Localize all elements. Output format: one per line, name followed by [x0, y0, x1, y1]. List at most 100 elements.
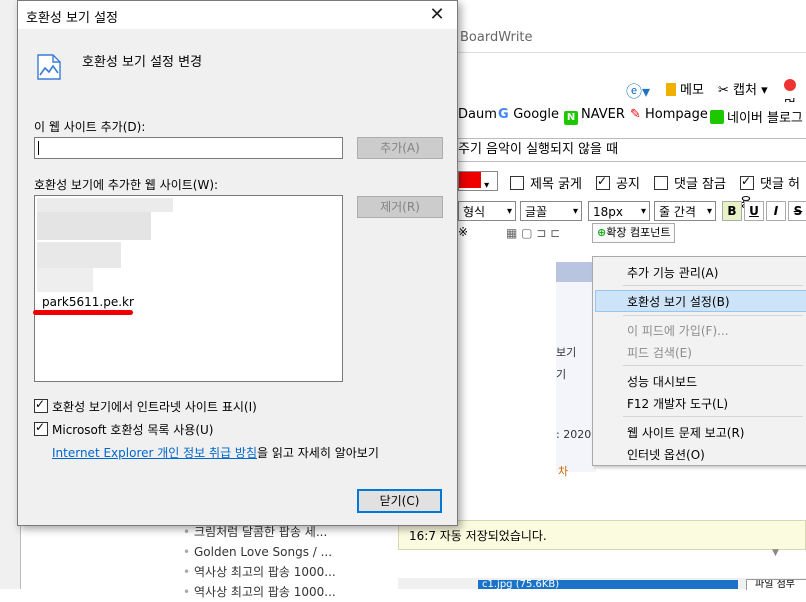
capture-button[interactable]: ✂ 캡처 ▾	[718, 79, 768, 98]
table-icon[interactable]: ▦ ▢ ⊐ ⊏	[506, 226, 560, 240]
menu-item-feed-discovery[interactable]: 피드 검색(E)	[627, 344, 692, 361]
scissors-icon: ✂	[718, 83, 734, 98]
site-entry[interactable]: park5611.pe.kr	[42, 295, 134, 309]
status-text: 16:7 자동 저장되었습니다.	[409, 529, 547, 543]
close-icon[interactable]: ✕	[425, 3, 449, 27]
italic-button[interactable]: I	[766, 201, 786, 221]
favorites-bar: Daum G Google N NAVER ✎ Hompage 네이버 블로그	[458, 102, 806, 129]
list-item[interactable]: 역사상 최고의 팝송 1000...	[180, 562, 375, 582]
file-attach-button[interactable]: 파일 첨부	[746, 579, 806, 590]
option-notice[interactable]: 공지	[596, 173, 640, 192]
resize-handle-icon[interactable]: ▼	[772, 548, 779, 558]
intranet-checkbox[interactable]: 호환성 보기에서 인트라넷 사이트 표시(I)	[34, 397, 257, 415]
favorite-naver-blog[interactable]: 네이버 블로그	[710, 107, 803, 126]
menu-item-manage-addons[interactable]: 추가 기능 관리(A)	[627, 264, 718, 281]
blog-icon	[710, 110, 724, 124]
select-value: 18px	[593, 205, 623, 219]
list-item[interactable]: Golden Love Songs / ...	[180, 542, 375, 562]
blurred-entry	[37, 198, 173, 212]
favorite-naver[interactable]: N NAVER	[564, 107, 625, 125]
bold-label: B	[727, 204, 737, 218]
add-site-input[interactable]	[34, 137, 343, 159]
attached-file[interactable]: c1.jpg (75.6KB)	[478, 580, 738, 589]
subject-text: 주기 음악이 실행되지 않을 때	[458, 142, 619, 157]
subject-input[interactable]: 주기 음악이 실행되지 않을 때	[458, 138, 806, 162]
address-bar[interactable]: BoardWrite	[458, 24, 806, 53]
strike-label: S	[793, 204, 803, 218]
sidebar-list: 크림처럼 달콤한 팝송 세... Golden Love Songs / ...…	[180, 522, 375, 602]
context-menu: 추가 기능 관리(A) 호환성 보기 설정(B) 이 피드에 가입(F)... …	[592, 256, 806, 466]
ie-icon[interactable]: ⓔ▾	[626, 78, 650, 102]
menu-item-internet-options[interactable]: 인터넷 옵션(O)	[627, 446, 705, 463]
option-title-bold[interactable]: 제목 굵게	[510, 173, 582, 192]
font-select[interactable]: 글꼴 ▾	[520, 201, 582, 221]
select-value: 형식	[463, 205, 486, 219]
download-icon	[784, 79, 796, 91]
compat-view-dialog: 호환성 보기 설정 ✕ 호환성 보기 설정 변경 이 웹 사이트 추가(D): …	[17, 0, 458, 526]
dialog-heading: 호환성 보기 설정 변경	[82, 55, 203, 70]
autosave-status: 16:7 자동 저장되었습니다.	[398, 520, 806, 550]
menu-item-subscribe-feed[interactable]: 이 피드에 가입(F)...	[627, 322, 729, 339]
google-icon: G	[498, 107, 514, 122]
menu-item-performance-dashboard[interactable]: 성능 대시보드	[627, 373, 697, 390]
microsoft-list-checkbox[interactable]: Microsoft 호환성 목록 사용(U)	[34, 420, 213, 438]
strike-button[interactable]: S	[788, 201, 806, 221]
chevron-down-icon: ▾	[706, 206, 712, 217]
memo-button[interactable]: 메모	[666, 79, 704, 98]
underline-button[interactable]: U	[744, 201, 764, 221]
intranet-label: 호환성 보기에서 인트라넷 사이트 표시(I)	[52, 400, 257, 414]
capture-label: 캡처	[733, 83, 757, 98]
close-button[interactable]: 닫기(C)	[357, 489, 442, 513]
add-site-label: 이 웹 사이트 추가(D):	[34, 120, 146, 134]
menu-separator	[623, 315, 803, 316]
select-value: 글꼴	[525, 205, 548, 219]
preview-header	[556, 262, 596, 282]
menu-item-report-problem[interactable]: 웹 사이트 문제 보고(R)	[627, 424, 744, 441]
size-select[interactable]: 18px ▾	[588, 201, 650, 221]
favorite-hompage[interactable]: ✎ Hompage	[630, 107, 708, 122]
color-swatch	[459, 172, 481, 188]
pen-icon: ✎	[630, 107, 646, 122]
address-text: BoardWrite	[460, 30, 533, 45]
browser-command-bar: ⓔ▾ 메모 ✂ 캡처 ▾ 며	[458, 74, 806, 113]
checkbox	[654, 176, 668, 190]
option-comment-lock[interactable]: 댓글 잠금	[654, 173, 726, 192]
preview-text-4: 차	[558, 465, 569, 478]
blurred-entry	[37, 212, 151, 240]
symbol-button[interactable]: ※	[458, 225, 468, 239]
favorite-label: 네이버 블로그	[727, 111, 803, 126]
option-label: 댓글 잠금	[674, 177, 726, 192]
site-list[interactable]: park5611.pe.kr	[33, 195, 343, 382]
favorite-label: Daum	[458, 107, 497, 122]
post-options: ▾ 제목 굵게 공지 댓글 잠금 댓글 허용	[458, 170, 806, 211]
blurred-entry	[37, 242, 121, 268]
style-select[interactable]: 형식 ▾	[458, 201, 516, 221]
option-label: 공지	[616, 177, 640, 192]
dialog-titlebar[interactable]: 호환성 보기 설정 ✕	[18, 1, 457, 29]
symbol-label: ※	[458, 225, 469, 239]
menu-item-f12-tools[interactable]: F12 개발자 도구(L)	[627, 395, 728, 412]
menu-separator	[623, 416, 803, 417]
bold-button[interactable]: B	[722, 201, 742, 221]
menu-item-compat-view-settings[interactable]: 호환성 보기 설정(B)	[627, 293, 730, 310]
line-spacing-select[interactable]: 줄 간격 ▾	[654, 201, 716, 221]
privacy-link[interactable]: Internet Explorer 개인 정보 취급 방침	[52, 446, 257, 460]
checkbox	[740, 174, 754, 190]
add-button[interactable]: 추가(A)	[357, 137, 443, 159]
remove-button[interactable]: 제거(R)	[357, 196, 443, 218]
privacy-statement: Internet Explorer 개인 정보 취급 방침을 읽고 자세히 알아…	[52, 444, 379, 461]
favorite-daum[interactable]: Daum	[458, 107, 497, 122]
favorite-label: Hompage	[645, 107, 708, 122]
list-item[interactable]: 역사상 최고의 팝송 1000...	[180, 582, 375, 602]
favorite-google[interactable]: G Google	[498, 107, 559, 122]
menu-separator	[623, 285, 803, 286]
chevron-down-icon: ▾	[572, 206, 578, 217]
preview-text-2: 기	[556, 368, 567, 381]
menu-separator	[623, 365, 803, 366]
option-label: 제목 굵게	[530, 177, 582, 192]
chevron-down-icon: ▾	[640, 206, 646, 217]
color-select[interactable]: ▾	[458, 171, 498, 191]
chevron-down-icon: ▾	[481, 180, 490, 191]
select-value: 줄 간격	[659, 205, 696, 219]
extend-components-button[interactable]: ⊕확장 컴포넌트	[592, 223, 676, 243]
